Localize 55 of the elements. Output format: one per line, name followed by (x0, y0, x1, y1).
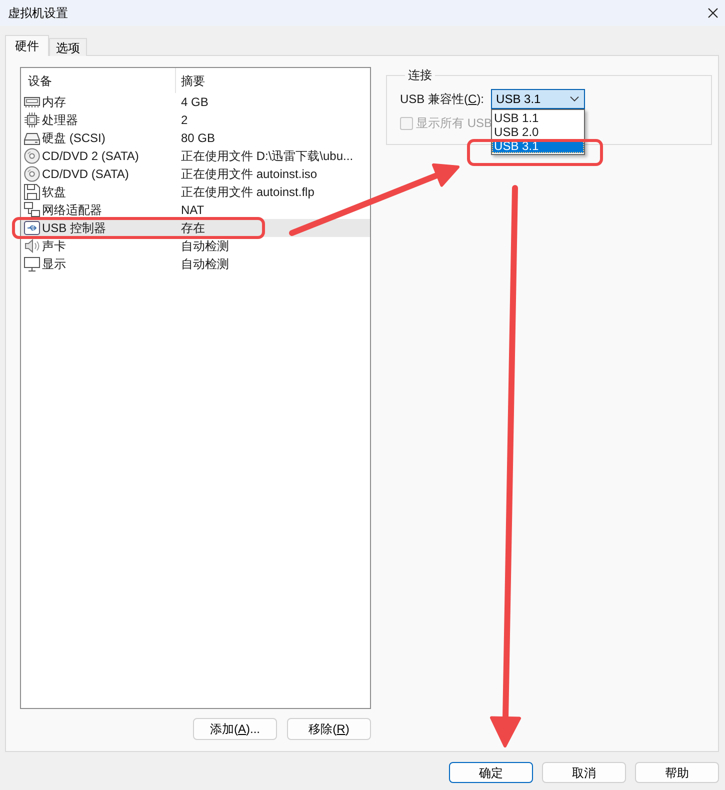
device-row[interactable]: 软盘 正在使用文件 autoinst.flp (21, 183, 370, 201)
column-header: 设备 (27, 72, 53, 90)
usb-icon (24, 220, 40, 236)
dropdown-option[interactable]: USB 1.1 (492, 111, 584, 125)
tab[interactable]: 选项 (49, 38, 87, 56)
device-summary: 存在 (181, 221, 206, 235)
monitor-icon (24, 256, 40, 272)
group-title: 连接 (407, 67, 433, 83)
network-icon (24, 202, 40, 218)
add-button[interactable]: 添加(A)... (193, 718, 277, 740)
memory-icon (24, 94, 40, 110)
checkbox-label: 显示所有 USB (416, 116, 492, 130)
device-summary: 正在使用文件 autoinst.flp (181, 185, 316, 199)
chevron-icon (570, 96, 580, 102)
device-row[interactable]: 网络适配器 NAT (21, 201, 370, 219)
device-name: 硬盘 (SCSI) (42, 131, 106, 145)
device-row[interactable]: 显示 自动检测 (21, 255, 370, 273)
device-row[interactable]: 内存 4 GB (21, 93, 370, 111)
column-header: 摘要 (175, 68, 370, 93)
usb-version-dropdown[interactable]: USB 3.1 (491, 89, 586, 109)
device-summary: 自动检测 (181, 239, 230, 253)
device-name: CD/DVD (SATA) (42, 167, 129, 181)
device-name: 内存 (42, 95, 66, 109)
dropdown-option[interactable]: USB 2.0 (492, 125, 584, 139)
device-name: 软盘 (42, 185, 66, 199)
device-summary: 4 GB (181, 95, 210, 109)
device-summary: 2 (181, 113, 189, 127)
close-icon[interactable] (708, 8, 718, 18)
device-row[interactable]: 硬盘 (SCSI) 80 GB (21, 129, 370, 147)
tab[interactable]: 硬件 (5, 35, 49, 56)
device-name: 声卡 (42, 239, 66, 253)
remove-button[interactable]: 移除(R) (287, 718, 371, 740)
device-name: CD/DVD 2 (SATA) (42, 149, 139, 163)
cancel-button[interactable]: 取消 (542, 762, 626, 783)
device-name: 显示 (42, 257, 66, 271)
compatibility-label: USB 兼容性(C): (400, 92, 484, 106)
speaker-icon (24, 238, 40, 254)
device-row[interactable]: 处理器 2 (21, 111, 370, 129)
device-summary: 正在使用文件 autoinst.iso (181, 167, 318, 181)
window-title: 虚拟机设置 (8, 5, 68, 21)
device-summary: 正在使用文件 D:\迅雷下载\ubu... (181, 149, 354, 163)
help-button[interactable]: 帮助 (635, 762, 719, 783)
device-summary: 80 GB (181, 131, 216, 145)
disc-icon (24, 166, 40, 182)
device-name: 网络适配器 (42, 203, 102, 217)
device-summary: NAT (181, 203, 206, 217)
device-summary: 自动检测 (181, 257, 230, 271)
chip-icon (24, 112, 40, 128)
device-row[interactable]: CD/DVD (SATA) 正在使用文件 autoinst.iso (21, 165, 370, 183)
ok-button[interactable]: 确定 (449, 762, 533, 783)
device-row[interactable]: 声卡 自动检测 (21, 237, 370, 255)
device-row[interactable]: CD/DVD 2 (SATA) 正在使用文件 D:\迅雷下载\ubu... (21, 147, 370, 165)
disc-icon (24, 148, 40, 164)
device-name: USB 控制器 (42, 221, 106, 235)
device-name: 处理器 (42, 113, 78, 127)
